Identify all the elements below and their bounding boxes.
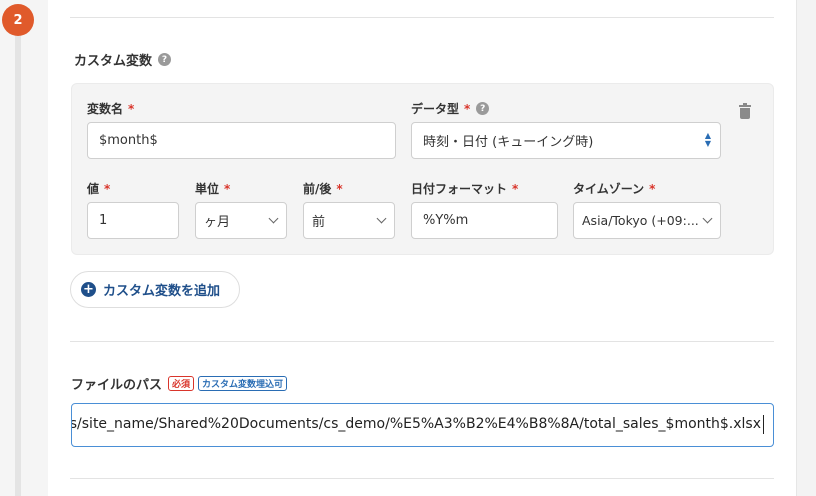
chevron-down-icon	[268, 213, 279, 223]
timezone-select[interactable]: Asia/Tokyo (+09:...	[573, 202, 721, 239]
add-custom-var-button[interactable]: + カスタム変数を追加	[70, 271, 240, 308]
chevron-down-icon	[702, 213, 713, 223]
divider	[70, 478, 774, 479]
date-format-label: 日付フォーマット *	[411, 181, 519, 197]
value-label: 値 *	[87, 181, 111, 197]
divider	[70, 17, 774, 18]
add-custom-var-label: カスタム変数を追加	[103, 284, 221, 299]
value-input[interactable]: 1	[87, 202, 179, 239]
data-type-label: データ型 * ?	[411, 100, 490, 117]
custom-vars-title: カスタム変数	[74, 54, 153, 69]
chevron-down-icon	[376, 213, 387, 223]
custom-var-allowed-badge: カスタム変数埋込可	[198, 376, 288, 391]
trash-icon[interactable]	[739, 103, 751, 119]
file-path-value: oint.com/sites/site_name/Shared%20Docume…	[72, 416, 761, 432]
scrollbar-track[interactable]	[796, 0, 816, 496]
var-name-input[interactable]: $month$	[87, 122, 396, 159]
before-after-select[interactable]: 前	[303, 202, 395, 239]
date-format-input[interactable]: %Y%m	[411, 202, 558, 239]
required-badge: 必須	[168, 376, 195, 391]
data-type-select[interactable]: 時刻・日付 (キューイング時) ▲ ▼	[411, 122, 721, 159]
step-number-badge: 2	[2, 4, 34, 36]
unit-label: 単位 *	[195, 181, 231, 197]
help-icon[interactable]: ?	[476, 102, 490, 115]
file-path-title: ファイルのパス	[71, 378, 163, 393]
before-after-label: 前/後 *	[303, 181, 343, 197]
unit-select[interactable]: ヶ月	[195, 202, 287, 239]
file-path-input[interactable]: oint.com/sites/site_name/Shared%20Docume…	[71, 403, 774, 447]
sort-arrows-icon: ▲ ▼	[704, 131, 711, 148]
step-rail: 2	[0, 0, 48, 496]
file-path-heading: ファイルのパス 必須 カスタム変数埋込可	[71, 374, 288, 393]
text-caret	[763, 415, 764, 434]
var-name-label: 変数名 *	[87, 101, 135, 117]
custom-vars-heading: カスタム変数 ?	[74, 50, 172, 69]
divider	[70, 341, 774, 342]
plus-circle-icon: +	[81, 282, 96, 297]
step-connector-line	[15, 28, 21, 496]
timezone-label: タイムゾーン *	[573, 181, 656, 197]
help-icon[interactable]: ?	[158, 53, 172, 66]
